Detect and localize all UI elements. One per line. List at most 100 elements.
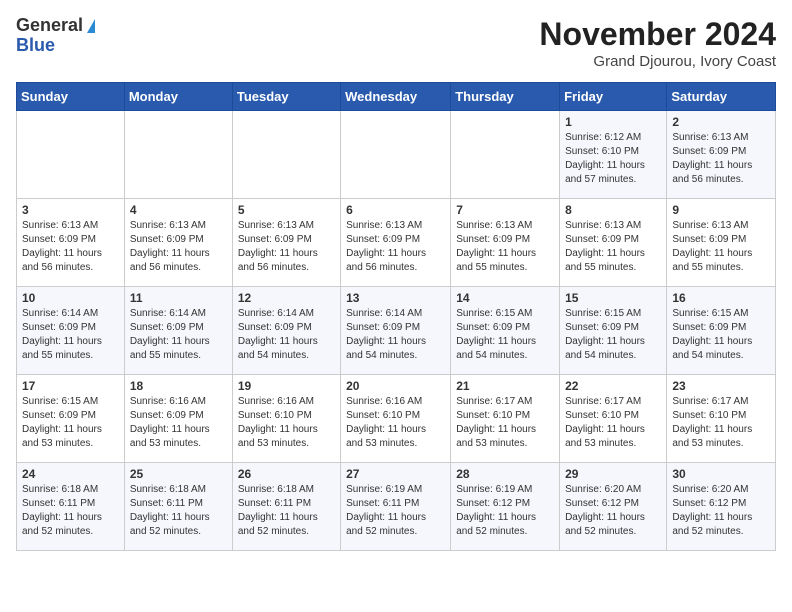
logo-triangle-icon — [87, 19, 95, 33]
day-info: Sunrise: 6:13 AM Sunset: 6:09 PM Dayligh… — [238, 219, 335, 275]
calendar-table: SundayMondayTuesdayWednesdayThursdayFrid… — [16, 82, 776, 551]
day-info: Sunrise: 6:13 AM Sunset: 6:09 PM Dayligh… — [130, 219, 227, 275]
day-number: 10 — [22, 291, 119, 305]
day-number: 9 — [672, 203, 770, 217]
day-cell: 25 Sunrise: 6:18 AM Sunset: 6:11 PM Dayli… — [124, 463, 232, 551]
day-cell — [17, 111, 125, 199]
weekday-header-monday: Monday — [124, 83, 232, 111]
day-info: Sunrise: 6:15 AM Sunset: 6:09 PM Dayligh… — [456, 307, 554, 363]
day-cell: 17 Sunrise: 6:15 AM Sunset: 6:09 PM Dayli… — [17, 375, 125, 463]
day-cell: 27 Sunrise: 6:19 AM Sunset: 6:11 PM Dayli… — [341, 463, 451, 551]
day-number: 13 — [346, 291, 445, 305]
day-cell: 10 Sunrise: 6:14 AM Sunset: 6:09 PM Dayli… — [17, 287, 125, 375]
day-info: Sunrise: 6:13 AM Sunset: 6:09 PM Dayligh… — [672, 131, 770, 187]
weekday-header-saturday: Saturday — [667, 83, 776, 111]
day-number: 15 — [565, 291, 661, 305]
week-row-1: 1 Sunrise: 6:12 AM Sunset: 6:10 PM Daylig… — [17, 111, 776, 199]
day-info: Sunrise: 6:14 AM Sunset: 6:09 PM Dayligh… — [238, 307, 335, 363]
day-number: 5 — [238, 203, 335, 217]
day-number: 26 — [238, 467, 335, 481]
weekday-header-friday: Friday — [560, 83, 667, 111]
day-info: Sunrise: 6:16 AM Sunset: 6:09 PM Dayligh… — [130, 395, 227, 451]
day-number: 22 — [565, 379, 661, 393]
day-cell: 2 Sunrise: 6:13 AM Sunset: 6:09 PM Daylig… — [667, 111, 776, 199]
day-number: 23 — [672, 379, 770, 393]
day-number: 11 — [130, 291, 227, 305]
day-number: 16 — [672, 291, 770, 305]
week-row-2: 3 Sunrise: 6:13 AM Sunset: 6:09 PM Daylig… — [17, 199, 776, 287]
day-cell: 9 Sunrise: 6:13 AM Sunset: 6:09 PM Daylig… — [667, 199, 776, 287]
day-cell: 3 Sunrise: 6:13 AM Sunset: 6:09 PM Daylig… — [17, 199, 125, 287]
day-number: 27 — [346, 467, 445, 481]
day-cell: 18 Sunrise: 6:16 AM Sunset: 6:09 PM Dayli… — [124, 375, 232, 463]
logo: General Blue — [16, 16, 95, 56]
day-info: Sunrise: 6:13 AM Sunset: 6:09 PM Dayligh… — [456, 219, 554, 275]
day-info: Sunrise: 6:19 AM Sunset: 6:12 PM Dayligh… — [456, 483, 554, 539]
day-number: 8 — [565, 203, 661, 217]
day-cell: 23 Sunrise: 6:17 AM Sunset: 6:10 PM Dayli… — [667, 375, 776, 463]
day-cell: 24 Sunrise: 6:18 AM Sunset: 6:11 PM Dayli… — [17, 463, 125, 551]
day-info: Sunrise: 6:20 AM Sunset: 6:12 PM Dayligh… — [672, 483, 770, 539]
week-row-4: 17 Sunrise: 6:15 AM Sunset: 6:09 PM Dayli… — [17, 375, 776, 463]
day-info: Sunrise: 6:15 AM Sunset: 6:09 PM Dayligh… — [672, 307, 770, 363]
weekday-header-row: SundayMondayTuesdayWednesdayThursdayFrid… — [17, 83, 776, 111]
day-number: 4 — [130, 203, 227, 217]
logo-blue-text: Blue — [16, 36, 95, 56]
day-info: Sunrise: 6:17 AM Sunset: 6:10 PM Dayligh… — [672, 395, 770, 451]
day-info: Sunrise: 6:20 AM Sunset: 6:12 PM Dayligh… — [565, 483, 661, 539]
day-cell — [341, 111, 451, 199]
day-info: Sunrise: 6:13 AM Sunset: 6:09 PM Dayligh… — [672, 219, 770, 275]
day-number: 19 — [238, 379, 335, 393]
day-cell: 30Sunrise: 6:20 AM Sunset: 6:12 PM Dayli… — [667, 463, 776, 551]
day-info: Sunrise: 6:18 AM Sunset: 6:11 PM Dayligh… — [22, 483, 119, 539]
day-info: Sunrise: 6:18 AM Sunset: 6:11 PM Dayligh… — [130, 483, 227, 539]
day-cell: 22 Sunrise: 6:17 AM Sunset: 6:10 PM Dayli… — [560, 375, 667, 463]
day-number: 12 — [238, 291, 335, 305]
month-title: November 2024 — [539, 16, 776, 53]
day-cell: 19 Sunrise: 6:16 AM Sunset: 6:10 PM Dayli… — [232, 375, 340, 463]
day-info: Sunrise: 6:16 AM Sunset: 6:10 PM Dayligh… — [238, 395, 335, 451]
day-cell: 20Sunrise: 6:16 AM Sunset: 6:10 PM Dayli… — [341, 375, 451, 463]
day-number: 28 — [456, 467, 554, 481]
day-number: 18 — [130, 379, 227, 393]
day-cell: 12 Sunrise: 6:14 AM Sunset: 6:09 PM Dayli… — [232, 287, 340, 375]
day-cell: 11 Sunrise: 6:14 AM Sunset: 6:09 PM Dayli… — [124, 287, 232, 375]
day-number: 24 — [22, 467, 119, 481]
day-cell — [232, 111, 340, 199]
weekday-header-wednesday: Wednesday — [341, 83, 451, 111]
day-number: 1 — [565, 115, 661, 129]
day-cell: 8 Sunrise: 6:13 AM Sunset: 6:09 PM Daylig… — [560, 199, 667, 287]
day-number: 25 — [130, 467, 227, 481]
day-number: 2 — [672, 115, 770, 129]
day-cell — [451, 111, 560, 199]
day-info: Sunrise: 6:14 AM Sunset: 6:09 PM Dayligh… — [130, 307, 227, 363]
day-number: 14 — [456, 291, 554, 305]
day-number: 3 — [22, 203, 119, 217]
day-info: Sunrise: 6:13 AM Sunset: 6:09 PM Dayligh… — [565, 219, 661, 275]
day-cell: 21Sunrise: 6:17 AM Sunset: 6:10 PM Dayli… — [451, 375, 560, 463]
week-row-3: 10 Sunrise: 6:14 AM Sunset: 6:09 PM Dayli… — [17, 287, 776, 375]
day-cell: 26Sunrise: 6:18 AM Sunset: 6:11 PM Dayli… — [232, 463, 340, 551]
day-cell: 15Sunrise: 6:15 AM Sunset: 6:09 PM Dayli… — [560, 287, 667, 375]
day-cell: 1 Sunrise: 6:12 AM Sunset: 6:10 PM Daylig… — [560, 111, 667, 199]
day-number: 7 — [456, 203, 554, 217]
day-info: Sunrise: 6:17 AM Sunset: 6:10 PM Dayligh… — [565, 395, 661, 451]
day-number: 29 — [565, 467, 661, 481]
day-cell: 13 Sunrise: 6:14 AM Sunset: 6:09 PM Dayli… — [341, 287, 451, 375]
day-info: Sunrise: 6:14 AM Sunset: 6:09 PM Dayligh… — [22, 307, 119, 363]
day-cell: 6Sunrise: 6:13 AM Sunset: 6:09 PM Daylig… — [341, 199, 451, 287]
week-row-5: 24 Sunrise: 6:18 AM Sunset: 6:11 PM Dayli… — [17, 463, 776, 551]
day-number: 20 — [346, 379, 445, 393]
weekday-header-sunday: Sunday — [17, 83, 125, 111]
day-info: Sunrise: 6:15 AM Sunset: 6:09 PM Dayligh… — [22, 395, 119, 451]
day-info: Sunrise: 6:13 AM Sunset: 6:09 PM Dayligh… — [346, 219, 445, 275]
day-info: Sunrise: 6:13 AM Sunset: 6:09 PM Dayligh… — [22, 219, 119, 275]
logo-general-text: General — [16, 16, 83, 36]
location-title: Grand Djourou, Ivory Coast — [539, 53, 776, 70]
day-info: Sunrise: 6:12 AM Sunset: 6:10 PM Dayligh… — [565, 131, 661, 187]
day-number: 17 — [22, 379, 119, 393]
day-number: 21 — [456, 379, 554, 393]
weekday-header-tuesday: Tuesday — [232, 83, 340, 111]
day-info: Sunrise: 6:14 AM Sunset: 6:09 PM Dayligh… — [346, 307, 445, 363]
day-info: Sunrise: 6:19 AM Sunset: 6:11 PM Dayligh… — [346, 483, 445, 539]
